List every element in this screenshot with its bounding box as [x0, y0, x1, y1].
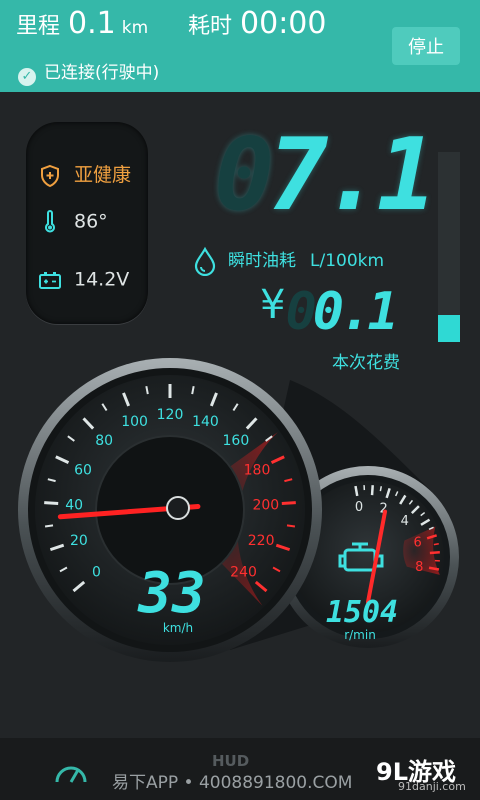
rpm-unit: r/min — [344, 628, 376, 642]
speed-tick-label: 180 — [244, 462, 271, 478]
speed-tick — [281, 501, 296, 505]
health-row: 亚健康 — [38, 160, 131, 188]
consumption-value: 7.1 — [268, 116, 437, 233]
tach-tick-label: 6 — [413, 535, 421, 550]
tach-tick — [433, 542, 439, 546]
bottom-bar: HUD 易下APP • 4008891800.COM 9L游戏 91danji.… — [0, 738, 480, 800]
thermometer-icon — [45, 210, 55, 233]
speed-value: 33 — [137, 561, 205, 626]
watermark-text: 易下APP • 4008891800.COM — [112, 773, 353, 793]
temperature-value: 86° — [74, 210, 108, 233]
health-status: 亚健康 — [74, 164, 132, 186]
tach-tick — [429, 551, 440, 555]
time-label: 耗时 — [188, 14, 233, 39]
fuel-drop-icon — [194, 246, 216, 277]
cost-digits: 00.1 — [285, 282, 399, 342]
brand-site: 91danji.com — [398, 780, 466, 793]
stop-button[interactable]: 停止 — [392, 27, 460, 65]
consumption-unit: L/100km — [310, 251, 385, 271]
distance-value: 0.1 — [68, 6, 116, 41]
rpm-value: 1504 — [326, 595, 398, 630]
cost-leading-digit: 0 — [285, 282, 316, 342]
speed-tick-label: 60 — [74, 462, 92, 478]
tach-tick-label: 8 — [415, 560, 423, 575]
tach-tick-label: 0 — [355, 500, 363, 515]
cost-value: 0.1 — [312, 282, 399, 342]
voltage-row: 14.2V — [38, 268, 129, 292]
distance-unit: km — [121, 18, 149, 38]
temperature-row: 86° — [38, 210, 108, 234]
connection-status: ✓ 已连接(行驶中) — [18, 58, 159, 86]
distance-label: 里程 — [16, 14, 61, 39]
speed-tick-label: 240 — [230, 565, 257, 581]
speed-tick-label: 40 — [65, 497, 83, 513]
tach-tick — [379, 486, 383, 492]
speedometer: 020 40 6080 100 120 140160 180 200 220 240 33 km/… — [18, 358, 322, 662]
time-display: 耗时 00:00 — [188, 6, 326, 41]
tach-tick-label: 4 — [401, 514, 409, 529]
speed-tick-label: 160 — [223, 433, 250, 449]
speedometer-icon[interactable] — [54, 760, 88, 784]
speed-tick — [286, 524, 296, 528]
speed-tick-label: 100 — [121, 414, 148, 430]
cost-display: ¥00.1 — [260, 282, 399, 342]
fuel-consumption-display: 07.1 — [214, 116, 437, 233]
speed-tick-label: 80 — [95, 433, 113, 449]
top-bar: 里程 0.1 km 耗时 00:00 停止 ✓ 已连接(行驶中) — [0, 0, 480, 92]
shield-icon — [41, 164, 59, 187]
consumption-leading-digit: 0 — [214, 116, 274, 233]
speed-tick-label: 120 — [157, 407, 184, 423]
check-icon: ✓ — [18, 68, 36, 86]
tach-tick — [354, 485, 359, 497]
speed-unit: km/h — [163, 621, 193, 635]
speed-tick-label: 140 — [192, 414, 219, 430]
gauge-cluster: 0 2468 1504 r/min 020406080100 120 14016018… — [18, 358, 459, 662]
speed-tick-label: 0 — [92, 565, 101, 581]
speed-tick-label: 200 — [252, 497, 279, 513]
consumption-label: 瞬时油耗 — [228, 251, 296, 271]
car-status-panel: 亚健康 86° 14.2V — [26, 122, 148, 324]
speed-tick — [44, 501, 59, 505]
time-value: 00:00 — [240, 6, 327, 41]
fuel-level-bar — [438, 152, 460, 342]
voltage-value: 14.2V — [74, 268, 130, 291]
distance-display: 里程 0.1 km — [16, 6, 148, 41]
battery-icon — [39, 272, 61, 289]
currency-symbol: ¥ — [260, 282, 286, 328]
speed-tick — [44, 524, 54, 528]
speed-tick-label: 20 — [70, 533, 88, 549]
tach-tick — [370, 485, 374, 496]
needle-hub — [166, 496, 190, 520]
tach-tick — [428, 566, 440, 571]
fuel-level-fill — [438, 315, 460, 342]
status-text: 已连接(行驶中) — [44, 63, 160, 83]
speed-tick-label: 220 — [248, 533, 275, 549]
consumption-label-row: 瞬时油耗 L/100km — [192, 246, 385, 277]
